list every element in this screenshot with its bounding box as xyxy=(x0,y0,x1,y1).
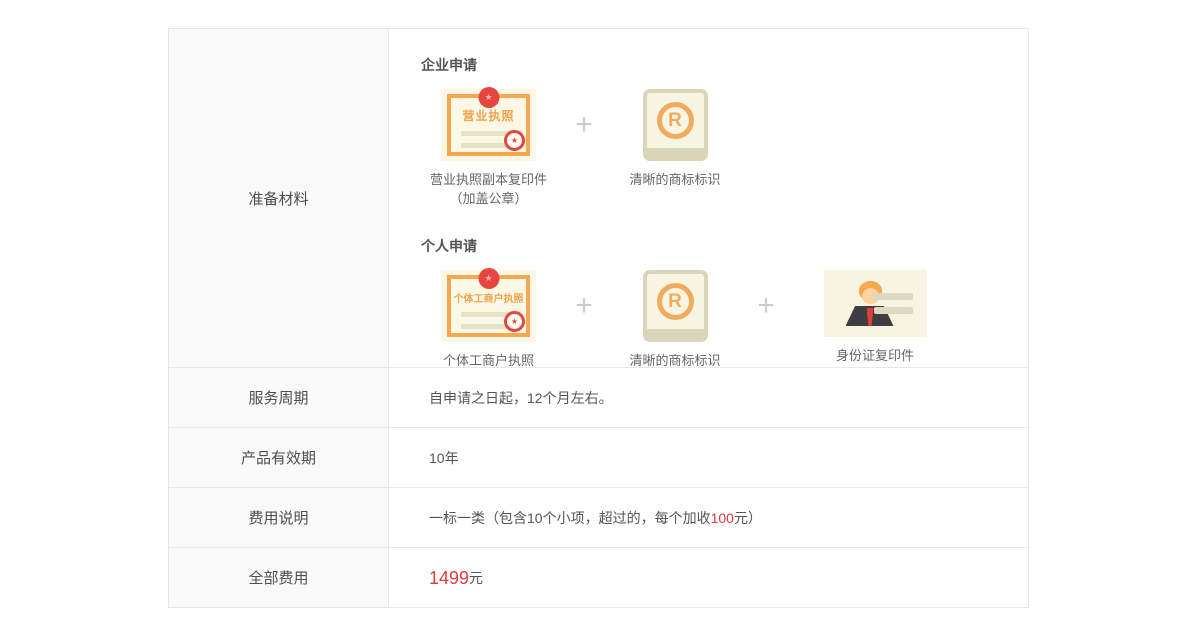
plus-icon: + xyxy=(738,270,794,342)
material-item-idcard: 身份证复印件 xyxy=(794,270,956,365)
personal-items: 个体工商户执照 个体工商户执照 + R 清晰 xyxy=(421,270,1028,370)
license-title: 个体工商户执照 xyxy=(441,290,536,305)
trademark-icon: R xyxy=(643,270,708,342)
fee-note-highlight: 100 xyxy=(711,510,734,526)
table-row-materials: 准备材料 企业申请 营业执照 xyxy=(169,29,1028,367)
registered-mark-glyph: R xyxy=(657,283,694,320)
material-item-business-license: 营业执照 营业执照副本复印件 （加盖公章） xyxy=(421,89,556,208)
id-card-text-line xyxy=(874,293,913,300)
trademark-icon: R xyxy=(643,89,708,161)
material-item-label: 营业执照副本复印件 （加盖公章） xyxy=(430,170,547,208)
table-row-total-price: 全部费用 1499元 xyxy=(169,547,1028,607)
total-price-value: 1499元 xyxy=(389,548,1028,607)
table-row-service-period: 服务周期 自申请之日起，12个月左右。 xyxy=(169,367,1028,427)
table-row-fee-note: 费用说明 一标一类（包含10个小项，超过的，每个加收100元） xyxy=(169,487,1028,547)
enterprise-items: 营业执照 营业执照副本复印件 （加盖公章） + xyxy=(421,89,1028,208)
registered-mark-glyph: R xyxy=(657,102,694,139)
plus-icon: + xyxy=(556,89,612,161)
materials-content: 企业申请 营业执照 营业执照 xyxy=(389,29,1028,367)
material-item-label: 清晰的商标标识 xyxy=(629,170,720,189)
personal-heading: 个人申请 xyxy=(421,236,1028,256)
person-avatar-icon xyxy=(846,281,894,326)
red-seal-icon xyxy=(504,311,525,332)
row-label-total-price: 全部费用 xyxy=(169,548,389,607)
product-spec-table: 准备材料 企业申请 营业执照 xyxy=(168,28,1029,608)
license-title: 营业执照 xyxy=(441,107,536,124)
fee-note-value: 一标一类（包含10个小项，超过的，每个加收100元） xyxy=(389,488,1028,547)
id-card-icon xyxy=(824,270,927,337)
fee-note-prefix: 一标一类（包含10个小项，超过的，每个加收 xyxy=(429,508,711,528)
material-item-individual-license: 个体工商户执照 个体工商户执照 xyxy=(421,270,556,370)
validity-value: 10年 xyxy=(389,428,1028,487)
material-item-trademark: R 清晰的商标标识 xyxy=(612,270,738,370)
red-seal-icon xyxy=(504,130,525,151)
table-row-validity: 产品有效期 10年 xyxy=(169,427,1028,487)
material-item-trademark: R 清晰的商标标识 xyxy=(612,89,738,189)
id-card-text-line xyxy=(874,307,913,314)
national-emblem-icon xyxy=(478,268,499,289)
national-emblem-icon xyxy=(478,87,499,108)
fee-note-suffix: 元） xyxy=(734,508,762,528)
material-item-label: 身份证复印件 xyxy=(836,346,914,365)
row-label-materials: 准备材料 xyxy=(169,29,389,367)
enterprise-heading: 企业申请 xyxy=(421,55,1028,75)
personal-section: 个人申请 个体工商户执照 个体工商户执照 xyxy=(421,236,1028,370)
enterprise-section: 企业申请 营业执照 营业执照 xyxy=(421,55,1028,208)
price-unit: 元 xyxy=(469,568,483,588)
row-label-validity: 产品有效期 xyxy=(169,428,389,487)
page: 准备材料 企业申请 营业执照 xyxy=(0,0,1199,620)
plus-icon: + xyxy=(556,270,612,342)
row-label-fee-note: 费用说明 xyxy=(169,488,389,547)
individual-license-icon: 个体工商户执照 xyxy=(441,270,536,342)
row-label-service-period: 服务周期 xyxy=(169,368,389,427)
price-number: 1499 xyxy=(429,569,469,587)
business-license-icon: 营业执照 xyxy=(441,89,536,161)
service-period-value: 自申请之日起，12个月左右。 xyxy=(389,368,1028,427)
